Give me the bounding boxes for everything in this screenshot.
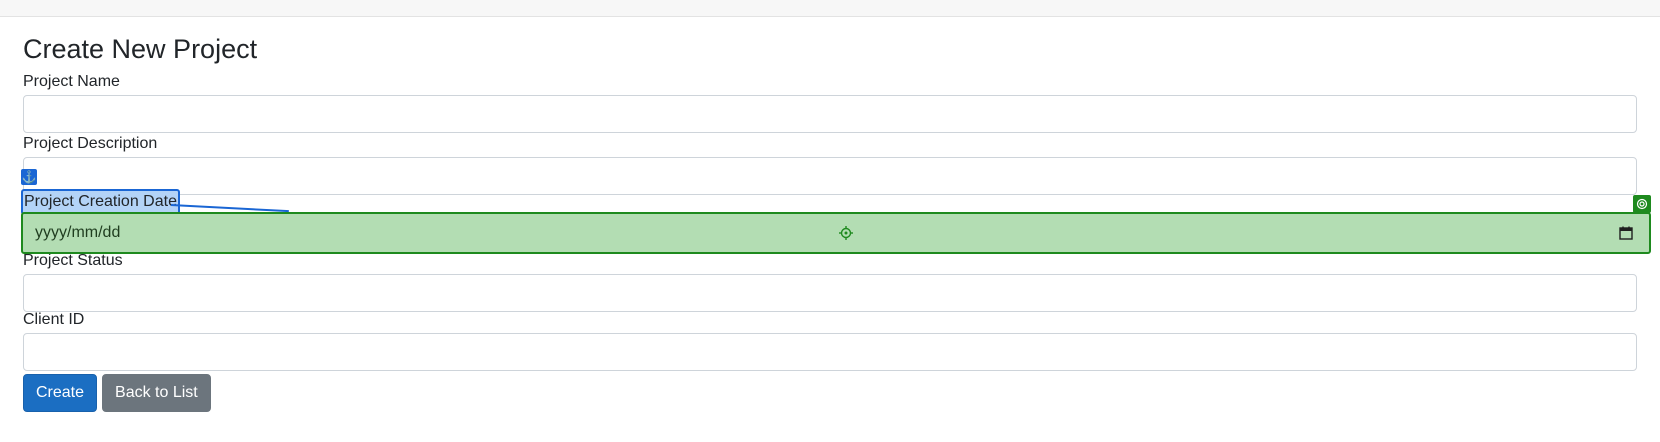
project-creation-date-input[interactable]: yyyy/mm/dd xyxy=(21,195,1651,254)
form-actions: Create Back to List xyxy=(23,374,1637,412)
client-id-group: Client ID xyxy=(23,310,1637,372)
connector-line xyxy=(170,204,289,213)
client-id-input[interactable] xyxy=(23,333,1637,371)
back-to-list-button[interactable]: Back to List xyxy=(102,374,211,412)
page-title: Create New Project xyxy=(23,34,258,64)
project-name-label: Project Name xyxy=(23,73,120,90)
crosshair-icon xyxy=(839,226,853,240)
client-id-label: Client ID xyxy=(23,311,85,328)
project-name-input[interactable] xyxy=(23,95,1637,133)
anchor-icon: ⚓ xyxy=(21,169,37,185)
date-placeholder: yyyy/mm/dd xyxy=(35,224,121,241)
project-creation-date-group: ⚓ Project Creation Date yyyy/mm/dd xyxy=(21,169,1651,254)
project-status-group: Project Status xyxy=(23,251,1637,313)
target-icon xyxy=(1633,195,1651,213)
create-button[interactable]: Create xyxy=(23,374,98,412)
date-label-wrapper: ⚓ Project Creation Date xyxy=(21,169,289,215)
project-description-group: Project Description xyxy=(23,134,1637,196)
project-status-input[interactable] xyxy=(23,274,1637,312)
project-name-group: Project Name xyxy=(23,72,1637,134)
create-project-form: Create New Project Project Name Project … xyxy=(21,30,1651,412)
project-status-label: Project Status xyxy=(23,252,123,269)
calendar-icon[interactable] xyxy=(1619,226,1633,240)
project-description-input[interactable] xyxy=(23,157,1637,195)
browser-top-bar xyxy=(0,0,1660,17)
project-description-label: Project Description xyxy=(23,135,158,152)
